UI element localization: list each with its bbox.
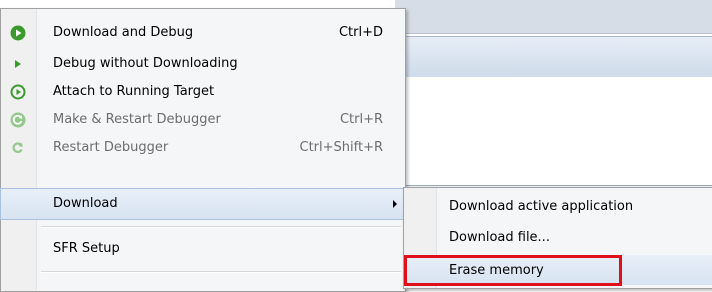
restart-icon xyxy=(12,142,23,153)
submenu-item-erase-memory[interactable]: Erase memory xyxy=(404,255,712,286)
submenu-item-download-active-application[interactable]: Download active application xyxy=(404,191,712,221)
submenu-arrow-icon xyxy=(393,200,397,208)
attach-target-icon xyxy=(10,84,26,100)
menu-item-download[interactable]: Download xyxy=(0,188,406,220)
menu-item-restart-debugger[interactable]: Restart Debugger Ctrl+Shift+R xyxy=(1,133,405,163)
submenu-item-download-file[interactable]: Download file... xyxy=(404,222,712,252)
menu-item-label: Debug without Downloading xyxy=(53,56,238,71)
menu-separator xyxy=(41,226,401,228)
submenu-item-label: Download active application xyxy=(449,199,634,214)
menu-item-shortcut: Ctrl+D xyxy=(338,25,383,40)
menu-item-label: Download and Debug xyxy=(53,25,194,40)
menu-separator xyxy=(41,271,401,273)
ide-toolbar xyxy=(395,36,712,78)
menu-item-shortcut: Ctrl+R xyxy=(339,112,383,127)
menu-item-download-and-debug[interactable]: Download and Debug Ctrl+D xyxy=(1,18,405,48)
menu-item-make-and-restart-debugger[interactable]: Make & Restart Debugger Ctrl+R xyxy=(1,105,405,135)
menu-item-label: SFR Setup xyxy=(53,241,120,256)
menu-item-shortcut: Ctrl+Shift+R xyxy=(299,140,384,155)
menu-item-sfr-setup[interactable]: SFR Setup xyxy=(1,234,405,264)
project-menu: Download and Debug Ctrl+D Debug without … xyxy=(0,8,406,292)
menu-item-label: Restart Debugger xyxy=(53,140,169,155)
menu-item-label: Download xyxy=(53,196,118,211)
submenu-item-label: Download file... xyxy=(449,230,550,245)
menu-item-attach-to-running-target[interactable]: Attach to Running Target xyxy=(1,77,405,107)
menu-item-label: Make & Restart Debugger xyxy=(53,112,221,127)
ide-editor-area xyxy=(395,77,712,186)
download-submenu: Download active application Download fil… xyxy=(403,187,712,289)
make-restart-icon xyxy=(10,112,26,128)
ide-top-bar xyxy=(395,0,712,34)
debug-play-icon xyxy=(15,60,21,68)
annotation-highlight-box xyxy=(404,255,622,286)
menu-item-debug-without-downloading[interactable]: Debug without Downloading xyxy=(1,49,405,79)
download-debug-icon xyxy=(10,25,26,41)
menu-item-label: Attach to Running Target xyxy=(53,84,215,99)
